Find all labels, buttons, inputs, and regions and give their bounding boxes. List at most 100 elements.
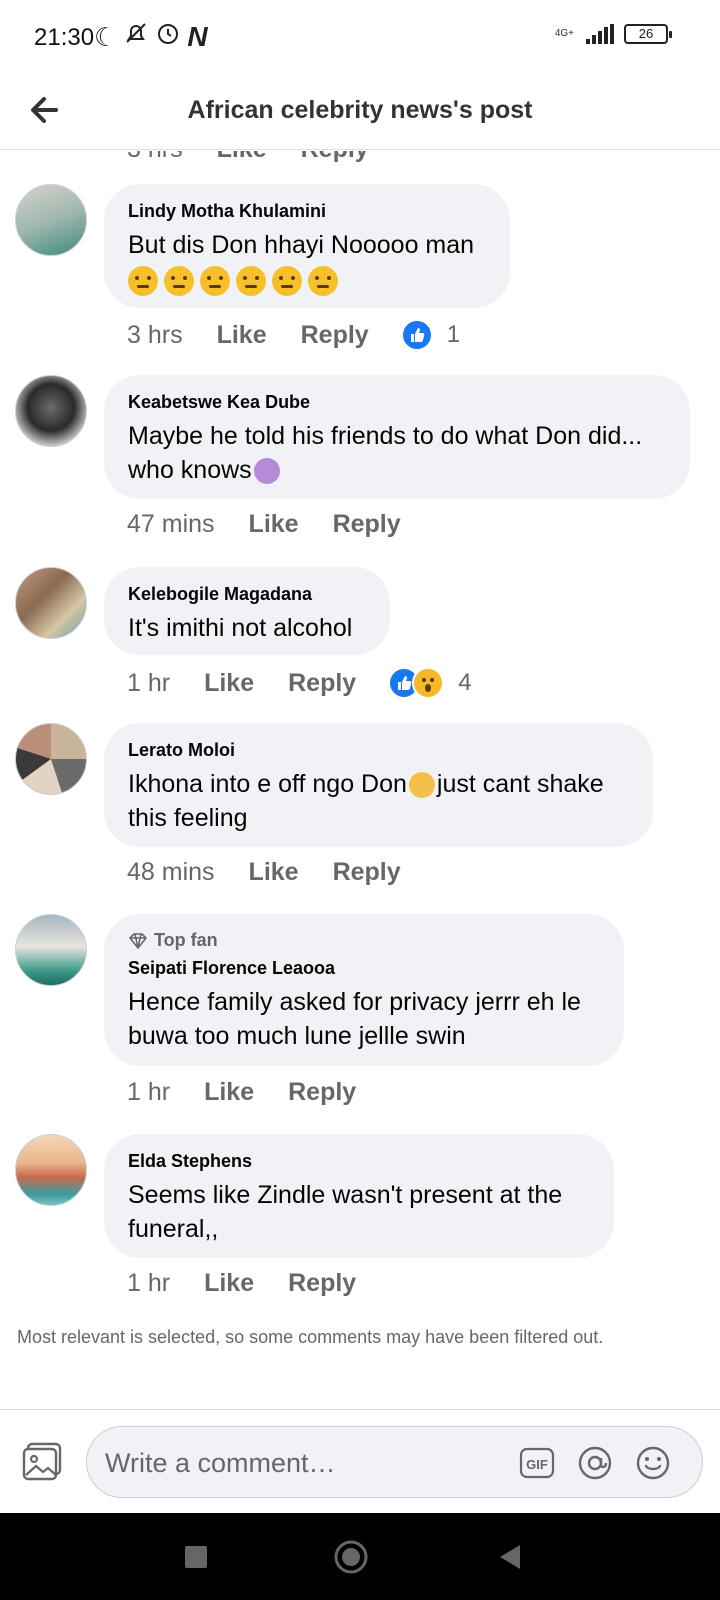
reaction-count[interactable]: 4 xyxy=(458,669,471,697)
netflix-icon: N xyxy=(187,20,208,52)
comment-text-content: But dis Don hhayi Nooooo man xyxy=(128,231,475,259)
wow-reaction-icon[interactable] xyxy=(412,667,445,699)
like-button[interactable]: Like xyxy=(249,510,299,539)
system-nav-bar xyxy=(0,1513,720,1600)
status-icons: ☾ N xyxy=(94,20,208,53)
comment-meta: 48 mins Like Reply xyxy=(127,858,433,887)
comment-author[interactable]: Seipati Florence Leaooa xyxy=(128,957,600,979)
comment-text: Seems like Zindle wasn't present at the … xyxy=(128,1181,570,1243)
comment-time: 48 mins xyxy=(127,858,215,886)
like-button[interactable]: Like xyxy=(217,321,267,350)
comment-input[interactable] xyxy=(105,1441,505,1485)
thinking-emoji-icon xyxy=(164,266,194,296)
top-fan-label: Top fan xyxy=(154,930,218,950)
comment-bubble[interactable]: Lindy Motha Khulamini But dis Don hhayi … xyxy=(104,184,510,308)
comment-composer: GIF xyxy=(0,1409,720,1513)
comment-text: But dis Don hhayi Nooooo man xyxy=(128,228,486,262)
like-button[interactable]: Like xyxy=(204,1078,254,1107)
avatar[interactable] xyxy=(15,914,87,986)
circle-icon xyxy=(334,1540,368,1574)
comment-author[interactable]: Keabetswe Kea Dube xyxy=(128,391,666,413)
comment-author[interactable]: Lindy Motha Khulamini xyxy=(128,200,486,222)
diamond-icon xyxy=(129,932,147,949)
comment-time: 1 hr xyxy=(127,668,171,697)
comment-time: 47 mins xyxy=(127,510,215,538)
thinking-emoji-icon xyxy=(236,266,266,296)
filter-note: Most relevant is selected, so some comme… xyxy=(17,1327,604,1347)
reply-button[interactable]: Reply xyxy=(288,669,356,698)
signal-icon xyxy=(586,24,614,44)
bell-off-icon xyxy=(123,20,149,53)
avatar[interactable] xyxy=(15,567,87,639)
reaction-count[interactable]: 1 xyxy=(447,321,460,349)
battery-icon: 26 xyxy=(624,24,672,44)
comment-list: 3 hrs Like Reply Lindy Motha Khulamini B… xyxy=(0,151,720,1409)
comment-meta: 47 mins Like Reply xyxy=(127,510,433,539)
photo-button[interactable] xyxy=(22,1442,64,1482)
thinking-emoji-icon xyxy=(272,266,302,296)
reply-button[interactable]: Reply xyxy=(333,510,401,539)
comment-bubble[interactable]: Kelebogile Magadana It's imithi not alco… xyxy=(104,567,390,655)
emoji-row xyxy=(128,266,486,296)
comment-time: 1 hr xyxy=(127,1269,171,1297)
reply-button[interactable]: Reply xyxy=(288,1269,356,1298)
comment-text: Ikhona into e off ngo Don just cant shake… xyxy=(128,767,629,835)
comment-meta: 1 hr Like Reply xyxy=(127,1078,388,1107)
comment-author[interactable]: Kelebogile Magadana xyxy=(128,583,366,605)
thinking-emoji-icon xyxy=(308,266,338,296)
comment-bubble[interactable]: Elda Stephens Seems like Zindle wasn't p… xyxy=(104,1134,614,1258)
like-button[interactable]: Like xyxy=(249,858,299,887)
comment-time: 1 hr xyxy=(127,1078,171,1106)
back-nav-button[interactable] xyxy=(492,1539,528,1575)
comment-time: 3 hrs xyxy=(127,320,183,349)
gif-label: GIF xyxy=(526,1457,548,1472)
home-button[interactable] xyxy=(333,1539,369,1575)
like-button[interactable]: Like xyxy=(204,669,254,698)
comment-meta: 3 hrs Like Reply 1 xyxy=(127,319,460,351)
facepalm-emoji-icon xyxy=(253,458,280,485)
square-icon xyxy=(185,1546,207,1568)
comment-meta: 1 hr Like Reply xyxy=(127,1269,388,1298)
comment-bubble[interactable]: Lerato Moloi Ikhona into e off ngo Don ju… xyxy=(104,723,653,847)
alarm-icon xyxy=(155,20,181,53)
comment-field[interactable]: GIF xyxy=(86,1426,703,1498)
reply-button[interactable]: Reply xyxy=(288,1078,356,1107)
reply-button[interactable]: Reply xyxy=(333,858,401,887)
at-sign-icon xyxy=(578,1446,612,1480)
mention-button[interactable] xyxy=(577,1445,613,1481)
emoji-button[interactable] xyxy=(635,1445,671,1481)
like-button[interactable]: Like xyxy=(217,151,267,164)
thinking-emoji-icon xyxy=(200,266,230,296)
status-time: 21:30 xyxy=(34,24,95,51)
recents-button[interactable] xyxy=(178,1539,214,1575)
avatar[interactable] xyxy=(15,184,87,256)
top-fan-badge: Top fan xyxy=(128,930,600,951)
comment-bubble[interactable]: Top fan Seipati Florence Leaooa Hence fa… xyxy=(104,914,624,1066)
comment-bubble[interactable]: Keabetswe Kea Dube Maybe he told his fri… xyxy=(104,375,690,499)
avatar[interactable] xyxy=(15,1134,87,1206)
partial-comment-meta: 3 hrs Like Reply xyxy=(127,151,369,164)
reply-button[interactable]: Reply xyxy=(301,321,369,350)
photo-icon xyxy=(22,1442,62,1481)
gif-button[interactable]: GIF xyxy=(519,1445,555,1481)
crossed-fingers-emoji-icon xyxy=(408,772,435,799)
comment-text-content: Maybe he told his friends to do what Don… xyxy=(128,422,650,484)
comment-text: Hence family asked for privacy jerrr eh … xyxy=(128,988,588,1050)
comment-time: 3 hrs xyxy=(127,151,183,164)
status-right: 4G+ 26 xyxy=(554,24,672,44)
like-reaction-icon[interactable] xyxy=(400,319,433,351)
comment-author[interactable]: Lerato Moloi xyxy=(128,739,629,761)
avatar[interactable] xyxy=(15,375,87,447)
thinking-emoji-icon xyxy=(128,266,158,296)
comment-text: Maybe he told his friends to do what Don… xyxy=(128,419,666,487)
network-type: 4G+ xyxy=(554,28,574,39)
comment-text: It's imithi not alcohol xyxy=(128,614,353,642)
avatar[interactable] xyxy=(15,723,87,795)
like-button[interactable]: Like xyxy=(204,1269,254,1298)
status-bar: 21:30 ☾ N 4G+ 26 xyxy=(0,0,720,72)
post-header: African celebrity news's post xyxy=(0,72,720,150)
comment-meta: 1 hr Like Reply 4 xyxy=(127,667,472,699)
reply-button[interactable]: Reply xyxy=(301,151,369,164)
comment-author[interactable]: Elda Stephens xyxy=(128,1150,590,1172)
moon-icon: ☾ xyxy=(94,21,118,52)
